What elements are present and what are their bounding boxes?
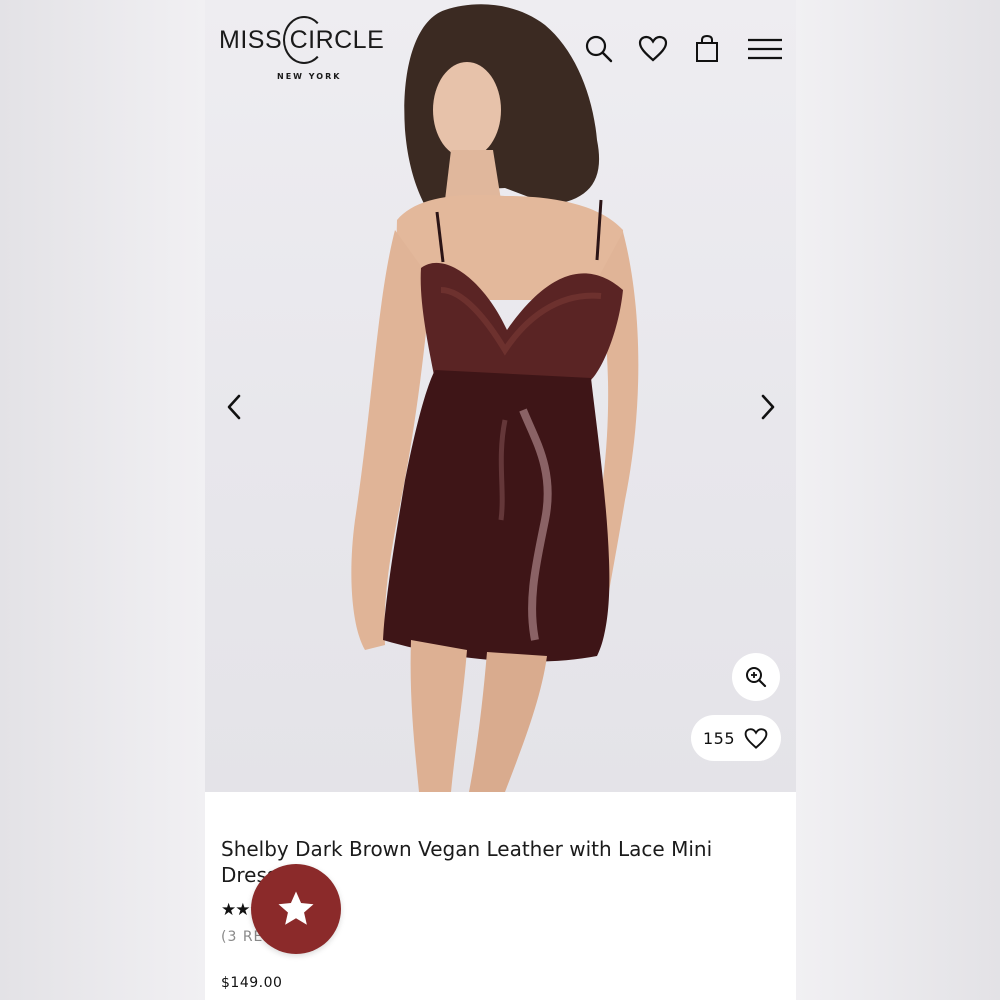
left-backdrop — [0, 0, 205, 1000]
heart-icon[interactable] — [637, 33, 669, 65]
product-photo — [351, 4, 639, 792]
zoom-in-icon — [746, 667, 767, 688]
chevron-left-icon[interactable] — [219, 390, 249, 424]
zoom-button[interactable] — [732, 653, 780, 701]
product-price: $149.00 — [221, 975, 283, 991]
brand-name: MISS CIRCLE — [219, 26, 385, 54]
star-icon — [278, 891, 314, 925]
right-backdrop — [796, 0, 1000, 1000]
favorite-button[interactable]: 155 — [691, 715, 781, 761]
product-page: MISS CIRCLE NEW YORK 155 Shelby Dark Bro… — [205, 0, 796, 1000]
search-icon[interactable] — [583, 33, 615, 65]
shopping-bag-icon[interactable] — [691, 33, 723, 65]
favorite-count: 155 — [702, 728, 736, 748]
product-image-gallery[interactable]: MISS CIRCLE NEW YORK 155 — [205, 0, 796, 792]
heart-icon — [744, 728, 768, 749]
menu-icon[interactable] — [747, 33, 783, 65]
chevron-right-icon[interactable] — [753, 390, 783, 424]
brand-logo[interactable]: MISS CIRCLE NEW YORK — [219, 14, 399, 84]
rewards-button[interactable] — [251, 864, 341, 954]
brand-location: NEW YORK — [277, 72, 342, 81]
